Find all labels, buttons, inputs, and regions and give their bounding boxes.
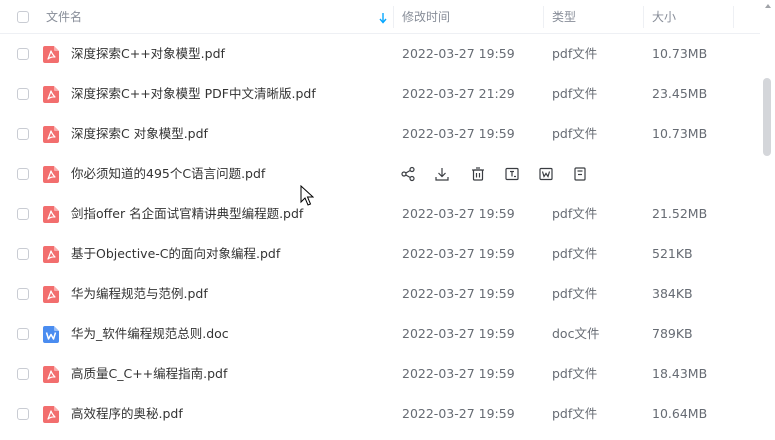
file-type: pdf文件	[552, 286, 598, 301]
file-name[interactable]: 剑指offer 名企面试官精讲典型编程题.pdf	[71, 194, 303, 234]
file-name[interactable]: 深度探索C 对象模型.pdf	[71, 114, 208, 154]
pdf-icon	[43, 286, 59, 303]
column-header-size-label: 大小	[652, 10, 677, 24]
row-checkbox[interactable]	[17, 128, 29, 140]
vertical-scrollbar[interactable]	[760, 0, 775, 440]
file-size: 789KB	[652, 326, 693, 341]
file-size: 21.52MB	[652, 206, 708, 221]
column-header-type[interactable]: 类型	[552, 0, 576, 34]
file-type: pdf文件	[552, 406, 598, 421]
delete-icon[interactable]	[470, 166, 486, 182]
column-divider[interactable]	[733, 6, 734, 28]
row-checkbox[interactable]	[17, 48, 29, 60]
row-checkbox[interactable]	[17, 368, 29, 380]
file-type: doc文件	[552, 326, 600, 341]
file-row[interactable]: 深度探索C 对象模型.pdf 2022-03-27 19:59 pdf文件 10.73…	[0, 114, 760, 154]
pdf-icon	[43, 86, 59, 103]
file-modified-time: 2022-03-27 19:59	[402, 326, 515, 341]
file-size: 10.73MB	[652, 46, 708, 61]
file-name[interactable]: 华为_软件编程规范总则.doc	[71, 314, 229, 354]
mouse-cursor-icon	[300, 185, 314, 206]
file-type: pdf文件	[552, 126, 598, 141]
file-name[interactable]: 深度探索C++对象模型.pdf	[71, 34, 225, 74]
column-header-modified[interactable]: 修改时间	[402, 0, 450, 34]
rename-icon[interactable]	[504, 166, 520, 182]
file-size: 10.64MB	[652, 406, 708, 421]
file-type: pdf文件	[552, 366, 598, 381]
file-modified-time: 2022-03-27 19:59	[402, 366, 515, 381]
share-icon[interactable]	[400, 166, 416, 182]
column-header-size[interactable]: 大小	[652, 0, 676, 34]
pdf-icon	[43, 166, 59, 183]
file-modified-time: 2022-03-27 19:59	[402, 206, 515, 221]
file-row[interactable]: 深度探索C++对象模型.pdf 2022-03-27 19:59 pdf文件 10.7…	[0, 34, 760, 74]
file-type: pdf文件	[552, 46, 598, 61]
row-checkbox[interactable]	[17, 328, 29, 340]
file-name[interactable]: 华为编程规范与范例.pdf	[71, 274, 208, 314]
file-name[interactable]: 你必须知道的495个C语言问题.pdf	[71, 154, 265, 194]
word-icon	[43, 326, 59, 343]
file-modified-time: 2022-03-27 21:29	[402, 86, 515, 101]
open-word-icon[interactable]	[538, 166, 554, 182]
column-divider[interactable]	[643, 6, 644, 28]
file-row[interactable]: 剑指offer 名企面试官精讲典型编程题.pdf 2022-03-27 19:59…	[0, 194, 760, 234]
file-name[interactable]: 高效程序的奥秘.pdf	[71, 394, 183, 434]
file-name[interactable]: 高质量C_C++编程指南.pdf	[71, 354, 227, 394]
row-checkbox[interactable]	[17, 208, 29, 220]
column-header-modified-label: 修改时间	[402, 10, 451, 24]
select-all-checkbox[interactable]	[17, 11, 29, 23]
file-row[interactable]: 基于Objective-C的面向对象编程.pdf 2022-03-27 19:59…	[0, 234, 760, 274]
file-list-header: 文件名 修改时间 类型 大小	[0, 0, 760, 34]
file-type: pdf文件	[552, 206, 598, 221]
file-modified-time: 2022-03-27 19:59	[402, 126, 515, 141]
file-type: pdf文件	[552, 86, 598, 101]
file-row[interactable]: 华为编程规范与范例.pdf 2022-03-27 19:59 pdf文件 384KB	[0, 274, 760, 314]
more-icon[interactable]	[572, 166, 588, 182]
column-divider[interactable]	[543, 6, 544, 28]
column-divider[interactable]	[393, 6, 394, 28]
pdf-icon	[43, 246, 59, 263]
file-row[interactable]: 深度探索C++对象模型 PDF中文清晰版.pdf 2022-03-27 21:29…	[0, 74, 760, 114]
file-row[interactable]: 华为_软件编程规范总则.doc 2022-03-27 19:59 doc文件 789K…	[0, 314, 760, 354]
scrollbar-thumb[interactable]	[763, 78, 771, 156]
pdf-icon	[43, 46, 59, 63]
column-header-type-label: 类型	[552, 10, 577, 24]
row-checkbox[interactable]	[17, 408, 29, 420]
file-size: 521KB	[652, 246, 693, 261]
file-modified-time: 2022-03-27 19:59	[402, 286, 515, 301]
row-checkbox[interactable]	[17, 248, 29, 260]
row-checkbox[interactable]	[17, 88, 29, 100]
file-size: 23.45MB	[652, 86, 708, 101]
file-modified-time: 2022-03-27 19:59	[402, 246, 515, 261]
file-size: 384KB	[652, 286, 693, 301]
file-name[interactable]: 基于Objective-C的面向对象编程.pdf	[71, 234, 280, 274]
file-modified-time: 2022-03-27 19:59	[402, 46, 515, 61]
pdf-icon	[43, 126, 59, 143]
file-modified-time: 2022-03-27 19:59	[402, 406, 515, 421]
row-checkbox[interactable]	[17, 288, 29, 300]
file-name[interactable]: 深度探索C++对象模型 PDF中文清晰版.pdf	[71, 74, 316, 114]
file-size: 18.43MB	[652, 366, 708, 381]
file-row[interactable]: 高效程序的奥秘.pdf 2022-03-27 19:59 pdf文件 10.64MB	[0, 394, 760, 434]
scroll-up-arrow-icon[interactable]	[765, 4, 771, 8]
row-checkbox[interactable]	[17, 168, 29, 180]
file-row[interactable]: 你必须知道的495个C语言问题.pdf	[0, 154, 760, 194]
file-size: 10.73MB	[652, 126, 708, 141]
pdf-icon	[43, 406, 59, 423]
pdf-icon	[43, 366, 59, 383]
column-header-name[interactable]: 文件名	[46, 0, 386, 34]
sort-descending-icon[interactable]	[378, 12, 388, 24]
pdf-icon	[43, 206, 59, 223]
file-type: pdf文件	[552, 246, 598, 261]
download-icon[interactable]	[434, 166, 450, 182]
column-header-name-label: 文件名	[46, 10, 83, 24]
file-row[interactable]: 高质量C_C++编程指南.pdf 2022-03-27 19:59 pdf文件 18.…	[0, 354, 760, 394]
